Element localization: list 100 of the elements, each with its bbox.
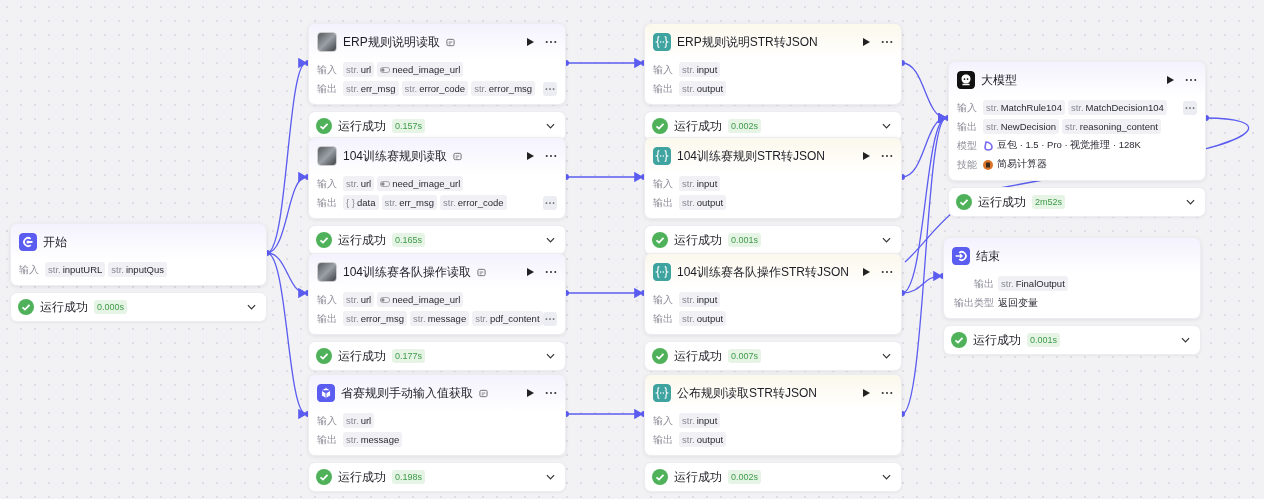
braces-icon [653,33,671,51]
more-parameters-button[interactable] [1183,100,1197,115]
braces-icon [653,384,671,402]
parameter-name: err_msg [360,83,396,94]
more-icon[interactable] [881,40,893,44]
parameter-name: need_image_url [392,178,461,189]
parameter-name: input [696,178,718,189]
node-card[interactable]: 省赛规则手动输入值获取 输入 str. url 输出 str. message [308,374,566,456]
chevron-down-icon[interactable] [546,123,555,129]
run-status-bar[interactable]: 运行成功 0.002s [644,462,902,492]
parameter-name: error_code [419,83,466,94]
node-card[interactable]: ERP规则说明读取 输入 str. url need_image_url 输出 str. err_msg str. error_code str. error_msg [308,23,566,105]
row-label: 输出 [973,276,994,291]
debug-icon[interactable] [445,37,455,47]
more-icon[interactable] [881,391,893,395]
row-label: 输入 [317,292,338,307]
node-title: 结束 [976,247,1000,265]
node-card[interactable]: 104训练赛各队操作读取 输入 str. url need_image_url 输出 str. error_msg str. message str. pdf_content [308,253,566,335]
run-status-bar[interactable]: 运行成功 0.000s [10,292,267,322]
type-label: str. [682,415,695,426]
node-card[interactable]: 104训练赛规则读取 输入 str. url need_image_url 输出 { } data str. err_msg str. error_code [308,137,566,219]
debug-icon[interactable] [477,267,487,277]
run-status-bar[interactable]: 运行成功 0.177s [308,341,566,371]
parameter-name: pdf_content [489,313,540,324]
status-text: 运行成功 [338,468,386,486]
chevron-down-icon[interactable] [546,237,555,243]
type-label: str. [384,197,398,208]
row-label: 输入 [653,176,674,191]
type-label: str. [346,415,359,426]
run-status-bar[interactable]: 运行成功 2m52s [948,187,1206,217]
node-card[interactable]: 大模型 输入 str. MatchRule104 str. MatchDecision104 输出 str. NewDecision str. reasoning_content 模型 豆包 · 1.5 · Pro · 视觉推理 · 128K 技能 简易计算器 [948,61,1206,181]
more-parameters-button[interactable] [543,81,557,96]
row-label: 输出 [653,195,674,210]
play-icon[interactable] [861,37,871,47]
chevron-down-icon[interactable] [882,123,891,129]
debug-icon[interactable] [479,388,488,398]
parameter-name: inputURL [62,264,103,275]
play-icon[interactable] [525,388,535,398]
more-parameters-button[interactable] [543,311,557,326]
node-title: ERP规则说明读取 [343,33,440,51]
run-status-bar[interactable]: 运行成功 0.165s [308,225,566,255]
play-icon[interactable] [861,267,872,277]
node-title: 开始 [43,233,67,251]
row-label: 输入 [957,100,978,115]
more-icon[interactable] [545,270,557,274]
row-label: 输入 [317,62,338,77]
node-title: 公布规则读取STR转JSON [677,384,817,402]
row-label: 输出 [317,432,338,447]
type-label: str. [412,313,426,324]
chevron-down-icon[interactable] [882,353,891,359]
node-title: 104训练赛各队操作读取 [343,263,472,281]
chevron-down-icon[interactable] [1186,199,1195,205]
duration-badge: 0.177s [392,349,426,363]
row-label: 输入 [653,62,674,77]
parameter-name: inputQus [125,264,164,275]
output-type-value: 返回变量 [998,295,1038,310]
parameter-name: output [696,434,724,445]
more-icon [545,200,555,205]
status-text: 运行成功 [978,193,1026,211]
play-icon[interactable] [525,151,535,161]
more-icon[interactable] [545,154,557,158]
more-icon[interactable] [881,154,893,158]
more-icon[interactable] [545,391,557,395]
type-label: str. [682,313,695,324]
node-title: 104训练赛规则读取 [343,147,448,165]
more-parameters-button[interactable] [543,195,557,210]
play-icon[interactable] [525,37,535,47]
type-label: str. [1065,121,1078,132]
debug-icon[interactable] [453,151,463,161]
chevron-down-icon[interactable] [546,474,555,480]
status-text: 运行成功 [338,347,386,365]
parameter-name: url [360,64,372,75]
parameter-name: need_image_url [392,294,461,305]
chevron-down-icon[interactable] [1181,337,1190,343]
node-card[interactable]: 104训练赛规则STR转JSON 输入 str. input 输出 str. output [644,137,902,219]
status-text: 运行成功 [973,331,1021,349]
type-label: str. [48,264,61,275]
run-status-bar[interactable]: 运行成功 0.007s [644,341,902,371]
parameter-name: err_msg [399,197,434,208]
duration-badge: 0.157s [392,119,426,133]
type-label: str. [1070,102,1084,113]
more-icon[interactable] [545,40,557,44]
chevron-down-icon[interactable] [882,237,891,243]
run-status-bar[interactable]: 运行成功 0.198s [308,462,566,492]
type-label: str. [475,313,488,324]
duration-badge: 0.165s [392,233,426,247]
row-label: 输出 [317,81,338,96]
node-card[interactable]: 结束 输出 str. FinalOutput 输出类型 返回变量 [943,237,1201,319]
status-text: 运行成功 [674,347,722,365]
play-icon[interactable] [525,267,535,277]
chevron-down-icon[interactable] [546,353,555,359]
run-status-bar[interactable]: 运行成功 0.001s [943,325,1201,355]
play-icon[interactable] [861,388,871,398]
run-status-bar[interactable]: 运行成功 0.001s [644,225,902,255]
more-icon[interactable] [881,270,894,274]
play-icon[interactable] [1165,75,1175,85]
chevron-down-icon[interactable] [247,304,256,310]
play-icon[interactable] [861,151,871,161]
more-icon[interactable] [1185,78,1197,82]
chevron-down-icon[interactable] [882,474,891,480]
